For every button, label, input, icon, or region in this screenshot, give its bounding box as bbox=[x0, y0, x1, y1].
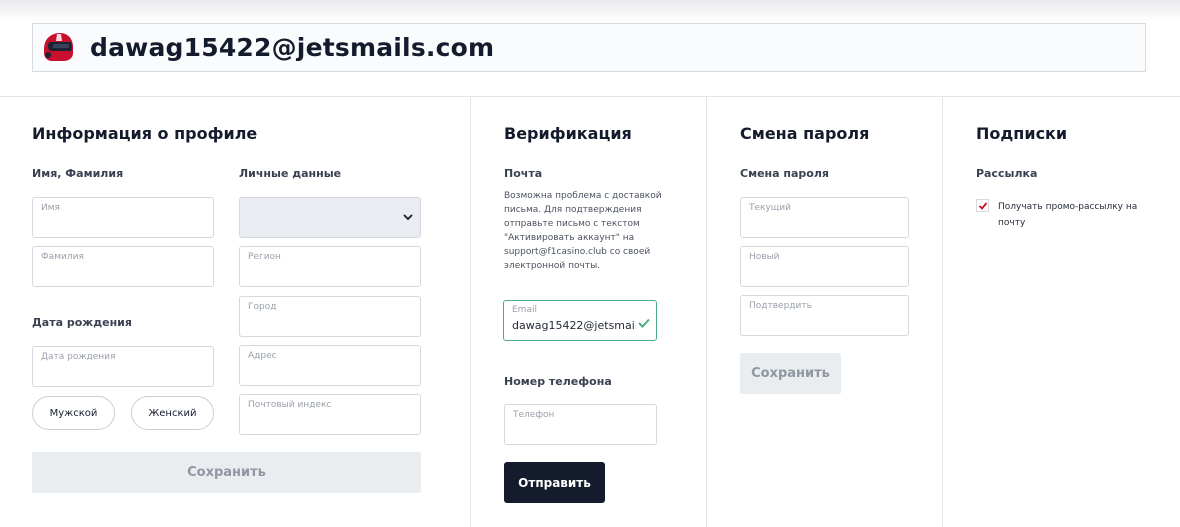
region-field[interactable]: Регион bbox=[239, 246, 421, 287]
birth-date-label: Дата рождения bbox=[32, 316, 132, 329]
password-sub-label: Смена пароля bbox=[740, 167, 829, 180]
country-select[interactable] bbox=[239, 197, 421, 238]
verification-note: Возможна проблема с доставкой письма. Дл… bbox=[504, 191, 662, 271]
current-password-placeholder: Текущий bbox=[749, 203, 791, 213]
verification-section-title: Верификация bbox=[504, 124, 632, 143]
password-section-title: Смена пароля bbox=[740, 124, 870, 143]
chevron-down-icon bbox=[403, 214, 413, 221]
address-placeholder: Адрес bbox=[248, 351, 277, 361]
confirm-password-placeholder: Подтвердить bbox=[749, 301, 812, 311]
gender-male-button[interactable]: Мужской bbox=[32, 396, 115, 430]
mail-label: Почта bbox=[504, 167, 543, 180]
helmet-avatar-icon bbox=[44, 33, 73, 61]
promo-newsletter-label: Получать промо-рассылку на почту bbox=[998, 202, 1138, 228]
current-password-field[interactable]: Текущий bbox=[740, 197, 909, 238]
city-field[interactable]: Город bbox=[239, 296, 421, 337]
city-placeholder: Город bbox=[248, 302, 277, 312]
promo-newsletter-checkbox[interactable] bbox=[976, 199, 989, 212]
new-password-field[interactable]: Новый bbox=[740, 246, 909, 287]
user-header-bar: dawag15422@jetsmails.com bbox=[32, 23, 1146, 72]
address-field[interactable]: Адрес bbox=[239, 345, 421, 386]
email-placeholder: Email bbox=[512, 305, 537, 315]
confirm-password-field[interactable]: Подтвердить bbox=[740, 295, 909, 336]
send-button[interactable]: Отправить bbox=[504, 462, 605, 503]
email-value: dawag15422@jetsmails.com bbox=[512, 319, 636, 332]
postal-code-field[interactable]: Почтовый индекс bbox=[239, 394, 421, 435]
personal-data-label: Личные данные bbox=[239, 167, 342, 180]
last-name-field[interactable]: Фамилия bbox=[32, 246, 214, 287]
profile-save-button[interactable]: Сохранить bbox=[32, 452, 421, 493]
header-divider bbox=[0, 96, 1180, 97]
birth-date-field[interactable]: Дата рождения bbox=[32, 346, 214, 387]
column-divider bbox=[706, 97, 707, 527]
last-name-placeholder: Фамилия bbox=[41, 252, 84, 262]
account-email: dawag15422@jetsmails.com bbox=[90, 33, 495, 62]
profile-section-title: Информация о профиле bbox=[32, 124, 258, 143]
region-placeholder: Регион bbox=[248, 252, 281, 262]
checkmark-icon bbox=[978, 202, 988, 210]
postal-code-placeholder: Почтовый индекс bbox=[248, 400, 332, 410]
birth-date-placeholder: Дата рождения bbox=[41, 352, 116, 362]
newsletter-label: Рассылка bbox=[976, 167, 1038, 180]
email-field[interactable]: Email dawag15422@jetsmails.com bbox=[503, 300, 657, 341]
gender-female-button[interactable]: Женский bbox=[131, 396, 214, 430]
new-password-placeholder: Новый bbox=[749, 252, 780, 262]
first-name-placeholder: Имя bbox=[41, 203, 60, 213]
phone-placeholder: Телефон bbox=[513, 410, 555, 420]
first-name-field[interactable]: Имя bbox=[32, 197, 214, 238]
name-label: Имя, Фамилия bbox=[32, 167, 124, 180]
top-shadow bbox=[0, 0, 1180, 22]
column-divider bbox=[470, 97, 471, 527]
password-save-button[interactable]: Сохранить bbox=[740, 353, 841, 394]
subscriptions-section-title: Подписки bbox=[976, 124, 1068, 143]
phone-label: Номер телефона bbox=[504, 375, 612, 388]
phone-field[interactable]: Телефон bbox=[504, 404, 657, 445]
check-icon bbox=[638, 318, 650, 328]
column-divider bbox=[942, 97, 943, 527]
